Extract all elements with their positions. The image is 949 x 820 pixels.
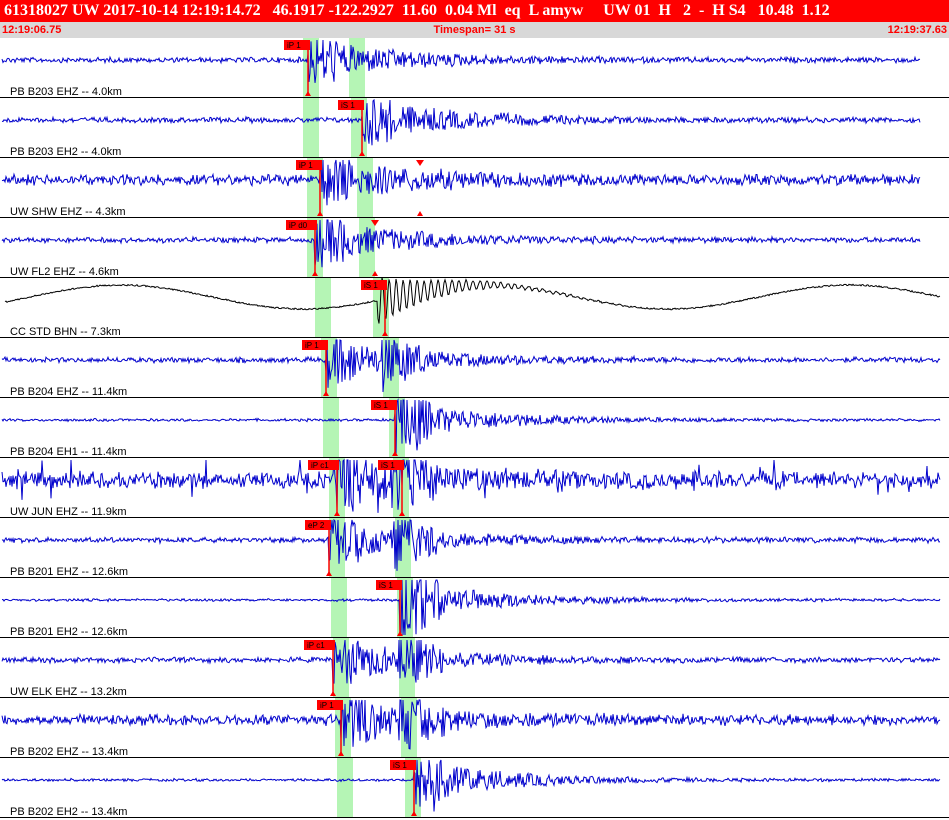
- seismogram-panel[interactable]: PB B203 EHZ -- 4.0km iP 1 PB B203 EH2 -- 4…: [0, 38, 949, 820]
- trace-row[interactable]: PB B202 EH2 -- 13.4km iS 1: [0, 759, 949, 818]
- station-label: PB B201 EHZ -- 12.6km: [10, 566, 128, 578]
- pick-label: iS 1: [379, 581, 393, 590]
- station-label: PB B203 EHZ -- 4.0km: [10, 86, 122, 98]
- waveform: [1, 219, 921, 268]
- pick-label: iP d0: [289, 221, 308, 230]
- trace-row[interactable]: UW FL2 EHZ -- 4.6km iP d0: [0, 219, 949, 278]
- waveform: [1, 699, 941, 750]
- trace-row[interactable]: PB B204 EH1 -- 11.4km iS 1: [0, 398, 949, 458]
- station-label: UW ELK EHZ -- 13.2km: [10, 686, 127, 698]
- event-header: 61318027 UW 2017-10-14 12:19:14.72 46.19…: [0, 0, 949, 22]
- trace-row[interactable]: PB B201 EHZ -- 12.6km eP 2: [0, 518, 949, 578]
- time-axis-bar: 12:19:06.75 Timespan= 31 s 12:19:37.63: [0, 22, 949, 38]
- station-label: PB B202 EHZ -- 13.4km: [10, 746, 128, 758]
- station-label: PB B204 EH1 -- 11.4km: [10, 446, 127, 458]
- station-label: UW SHW EHZ -- 4.3km: [10, 206, 126, 218]
- waveform: [1, 339, 941, 393]
- trace-row[interactable]: UW SHW EHZ -- 4.3km iP 1: [0, 159, 949, 218]
- theoretical-arrival-marker: [416, 160, 424, 166]
- trace-row[interactable]: PB B203 EHZ -- 4.0km iP 1: [0, 39, 949, 98]
- end-time-label: 12:19:37.63: [887, 24, 947, 36]
- pick-label: iS 1: [393, 761, 407, 770]
- trace-row[interactable]: UW JUN EHZ -- 11.9km iP c1 iS 1: [0, 458, 949, 518]
- pick-label: iP 1: [305, 341, 319, 350]
- pick-label: iP 1: [320, 701, 334, 710]
- timespan-label: Timespan= 31 s: [433, 24, 516, 36]
- station-label: PB B202 EH2 -- 13.4km: [10, 806, 127, 818]
- station-label: UW JUN EHZ -- 11.9km: [10, 506, 127, 518]
- trace-row[interactable]: UW ELK EHZ -- 13.2km iP c1: [0, 639, 949, 698]
- waveform: [4, 277, 941, 324]
- trace-row[interactable]: PB B203 EH2 -- 4.0km iS 1: [0, 98, 949, 158]
- trace-row[interactable]: PB B201 EH2 -- 12.6km iS 1: [0, 579, 949, 638]
- pick-label: iS 1: [364, 281, 378, 290]
- waveform: [1, 159, 921, 206]
- trace-row[interactable]: PB B204 EHZ -- 11.4km iP 1: [0, 339, 949, 398]
- traces-layer: PB B203 EHZ -- 4.0km iP 1 PB B203 EH2 -- 4…: [0, 39, 949, 818]
- station-label: CC STD BHN -- 7.3km: [10, 326, 121, 338]
- waveform: [1, 639, 941, 684]
- station-label: PB B203 EH2 -- 4.0km: [10, 146, 121, 158]
- pick-label: iS 1: [341, 101, 355, 110]
- station-label: UW FL2 EHZ -- 4.6km: [10, 266, 119, 278]
- pick-label: iP c1: [311, 461, 329, 470]
- pick-label: iS 1: [374, 401, 388, 410]
- trace-row[interactable]: PB B202 EHZ -- 13.4km iP 1: [0, 699, 949, 758]
- pick-label: eP 2: [308, 521, 325, 530]
- waveform: [1, 98, 921, 146]
- waveform: [1, 398, 941, 456]
- waveform: [1, 759, 941, 812]
- pick-label: iP 1: [299, 161, 313, 170]
- station-label: PB B204 EHZ -- 11.4km: [10, 386, 127, 398]
- waveform: [1, 458, 941, 513]
- theoretical-arrival-marker: [417, 211, 423, 216]
- waveform: [1, 579, 941, 636]
- pick-label: iP c1: [307, 641, 325, 650]
- pick-label: iP 1: [287, 41, 301, 50]
- station-label: PB B201 EH2 -- 12.6km: [10, 626, 127, 638]
- phase-pick[interactable]: iP c1: [304, 640, 336, 696]
- waveform: [1, 39, 921, 83]
- event-summary-text: 61318027 UW 2017-10-14 12:19:14.72 46.19…: [4, 2, 830, 19]
- phase-pick[interactable]: eP 2: [305, 520, 332, 576]
- trace-row[interactable]: CC STD BHN -- 7.3km iS 1: [0, 277, 949, 338]
- pick-label: iS 1: [381, 461, 395, 470]
- waveform: [1, 518, 941, 571]
